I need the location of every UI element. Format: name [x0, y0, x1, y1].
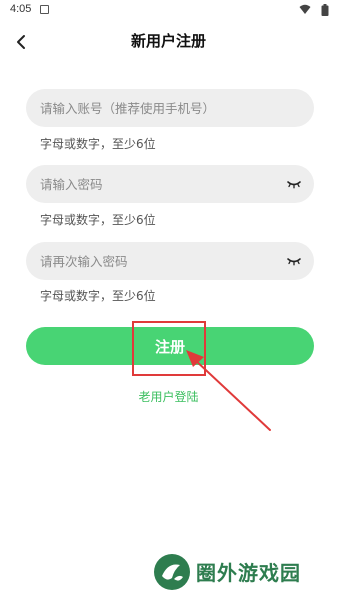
account-hint: 字母或数字，至少6位 — [40, 137, 156, 151]
wifi-icon — [299, 4, 311, 14]
confirm-password-hint: 字母或数字，至少6位 — [40, 289, 156, 303]
status-bar: 4:05 — [0, 0, 337, 22]
top-bar: 新用户注册 — [0, 22, 337, 62]
account-input[interactable] — [26, 89, 314, 127]
account-field[interactable] — [26, 89, 314, 127]
register-button[interactable]: 注册 — [26, 327, 314, 365]
confirm-password-input[interactable] — [26, 242, 314, 280]
battery-icon — [321, 4, 329, 16]
watermark-text: 圈外游戏园 — [196, 561, 301, 585]
login-link[interactable]: 老用户登陆 — [0, 388, 337, 405]
eye-closed-icon[interactable] — [286, 177, 302, 191]
eye-closed-icon[interactable] — [286, 254, 302, 268]
notification-a-icon — [40, 5, 49, 14]
password-input[interactable] — [26, 165, 314, 203]
page-title: 新用户注册 — [130, 32, 206, 50]
watermark: 圈外游戏园 — [152, 552, 332, 592]
status-time: 4:05 — [10, 3, 32, 15]
confirm-password-field[interactable] — [26, 242, 314, 280]
password-hint: 字母或数字，至少6位 — [40, 213, 156, 227]
watermark-logo-icon — [154, 554, 190, 590]
password-field[interactable] — [26, 165, 314, 203]
registration-form: 字母或数字，至少6位 字母或数字，至少6位 字母或数字，至少6位 注册 老用户登… — [0, 62, 337, 600]
